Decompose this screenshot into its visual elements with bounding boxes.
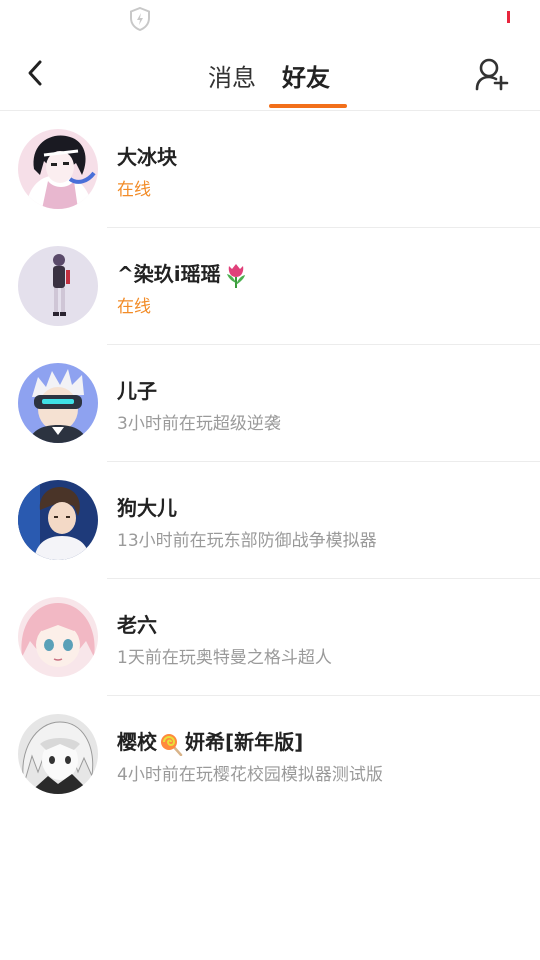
friend-list: 大冰块 在线 ^染玖i瑶瑶 在线 儿子 3小时前在玩超级逆袭 狗大儿 13小时前… (0, 111, 540, 812)
avatar (18, 363, 98, 443)
battery-indicator (507, 11, 510, 23)
chevron-left-icon (28, 60, 42, 86)
friend-name: 儿子 (117, 379, 157, 403)
add-friend-button[interactable] (472, 56, 512, 92)
active-tab-indicator (269, 104, 347, 108)
avatar (18, 714, 98, 794)
friend-name: 狗大儿 (117, 496, 177, 520)
friend-list-item[interactable]: ^染玖i瑶瑶 在线 (0, 228, 540, 345)
friend-status: 4小时前在玩樱花校园模拟器测试版 (117, 765, 383, 785)
add-user-icon (475, 58, 509, 91)
back-button[interactable] (18, 56, 52, 90)
avatar (18, 597, 98, 677)
friend-name: 樱校 妍希[新年版] (117, 730, 304, 756)
lollipop-emoji-icon (161, 733, 183, 756)
friend-status: 3小时前在玩超级逆袭 (117, 414, 281, 434)
friend-status: 在线 (117, 180, 151, 200)
friend-list-item[interactable]: 狗大儿 13小时前在玩东部防御战争模拟器 (0, 462, 540, 579)
shield-charging-icon (130, 7, 150, 31)
friend-status: 在线 (117, 297, 151, 317)
friend-name: ^染玖i瑶瑶 (117, 258, 251, 289)
avatar (18, 480, 98, 560)
friend-status: 1天前在玩奥特曼之格斗超人 (117, 648, 332, 668)
avatar (18, 246, 98, 326)
tulip-emoji-icon (226, 263, 245, 288)
status-bar (0, 0, 540, 38)
friend-list-item[interactable]: 樱校 妍希[新年版] 4小时前在玩樱花校园模拟器测试版 (0, 696, 540, 812)
tab-friends[interactable]: 好友 (282, 58, 330, 93)
friend-list-item[interactable]: 大冰块 在线 (0, 111, 540, 228)
friend-list-item[interactable]: 老六 1天前在玩奥特曼之格斗超人 (0, 579, 540, 696)
friend-list-item[interactable]: 儿子 3小时前在玩超级逆袭 (0, 345, 540, 462)
friend-name: 大冰块 (117, 145, 177, 169)
tab-messages[interactable]: 消息 (208, 58, 256, 93)
avatar (18, 129, 98, 209)
friend-name: 老六 (117, 613, 157, 637)
top-nav: 消息 好友 (0, 38, 540, 111)
friend-status: 13小时前在玩东部防御战争模拟器 (117, 531, 377, 551)
